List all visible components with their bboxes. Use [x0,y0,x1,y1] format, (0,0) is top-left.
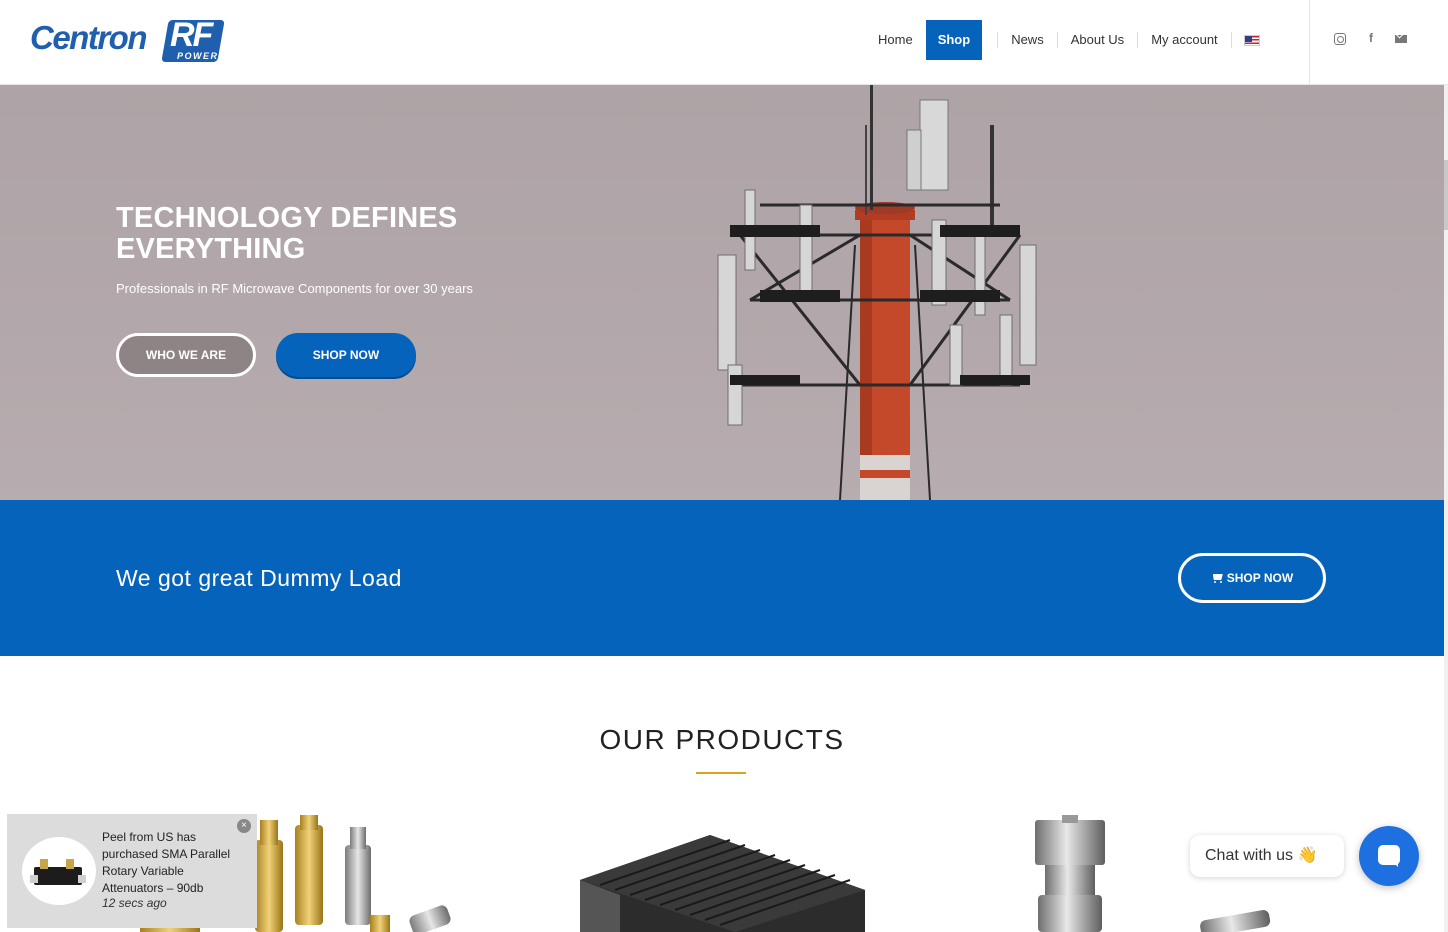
nav-my-account[interactable]: My account [1138,20,1230,60]
logo-wordmark: Centron [30,19,148,56]
page: Centron RF POWER Home Shop News About Us… [0,0,1448,932]
site-header: Centron RF POWER Home Shop News About Us… [0,0,1448,85]
promo-band: We got great Dummy Load SHOP NOW [0,500,1444,656]
cart-icon [1211,574,1224,583]
scrollbar-thumb[interactable] [1444,160,1448,230]
close-icon[interactable]: × [237,819,251,833]
instagram-icon[interactable] [1334,33,1346,45]
nav-news[interactable]: News [998,20,1057,60]
header-divider [1309,0,1310,85]
nav-home[interactable]: Home [865,20,926,60]
attenuator-graphic [30,859,86,885]
hero-banner: TECHNOLOGY DEFINES EVERYTHING Profession… [0,85,1444,500]
hero-title: TECHNOLOGY DEFINES EVERYTHING [116,202,458,265]
logo-badge-text: RF [170,16,213,54]
hero-subtitle: Professionals in RF Microwave Components… [116,281,473,296]
heatsink-graphic [580,835,865,932]
main-nav: Home Shop News About Us My account [865,20,1272,60]
nav-divider [1230,32,1232,48]
promo-shop-now-button[interactable]: SHOP NOW [1178,553,1326,603]
nav-shop[interactable]: Shop [925,20,983,60]
chat-icon [1378,845,1400,867]
purchase-notification[interactable]: Peel from US has purchased SMA Parallel … [7,814,257,928]
facebook-icon[interactable]: f [1364,31,1378,45]
chat-launcher-button[interactable] [1359,826,1419,886]
notification-product-thumbnail [22,837,96,905]
centron-rf-logo[interactable]: Centron RF POWER [30,16,225,64]
notification-time: 12 secs ago [102,896,167,910]
logo-sub-text: POWER [177,51,219,61]
product-image-dummy-load[interactable] [560,815,880,932]
heading-underline [696,772,746,774]
us-flag-icon[interactable] [1243,34,1260,46]
products-heading: OUR PRODUCTS [599,724,845,755]
nav-about-us[interactable]: About Us [1058,20,1137,60]
hero-shop-now-button[interactable]: SHOP NOW [276,333,416,377]
mail-icon[interactable] [1395,35,1407,43]
notification-message: Peel from US has purchased SMA Parallel … [102,830,231,895]
promo-text: We got great Dummy Load [116,565,402,591]
cell-tower-image [717,85,1037,500]
promo-shop-now-label: SHOP NOW [1226,571,1294,585]
chat-bubble[interactable]: Chat with us 👋 [1190,835,1344,877]
who-we-are-button[interactable]: WHO WE ARE [116,333,256,377]
